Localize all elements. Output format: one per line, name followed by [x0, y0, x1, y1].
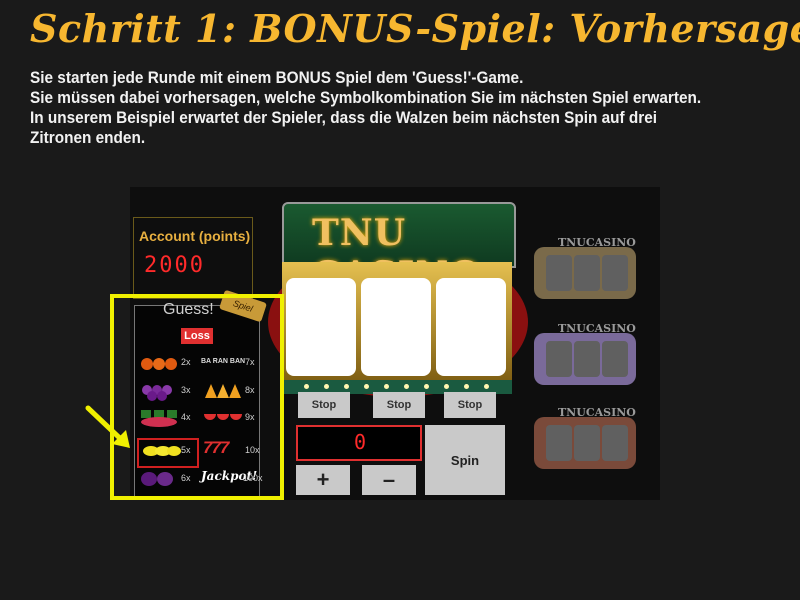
mini-machine-3: TNUCASINO	[534, 406, 636, 479]
reel-1	[286, 278, 356, 376]
light-dot	[424, 384, 429, 389]
reel-2	[361, 278, 431, 376]
account-value: 2000	[144, 253, 205, 278]
light-dot	[344, 384, 349, 389]
light-dot	[364, 384, 369, 389]
mini-title: TNUCASINO	[558, 322, 636, 335]
slot-machine: TNU CASINO	[282, 202, 516, 394]
mini-machine-1: TNUCASINO	[534, 236, 636, 309]
pointer-arrow-icon	[85, 405, 130, 448]
account-panel: Account (points) 2000	[133, 217, 253, 299]
bet-value: 0	[354, 430, 367, 454]
intro-text: Sie starten jede Runde mit einem BONUS S…	[30, 68, 718, 148]
reel-area	[282, 262, 512, 387]
mini-reel	[546, 341, 572, 377]
mini-title: TNUCASINO	[558, 236, 636, 249]
light-dot	[444, 384, 449, 389]
intro-line-2: Sie müssen dabei vorhersagen, welche Sym…	[30, 89, 702, 147]
account-label: Account (points)	[139, 228, 251, 244]
mini-reel	[546, 425, 572, 461]
spin-button[interactable]: Spin	[425, 425, 505, 495]
reel-3	[436, 278, 506, 376]
mini-reel	[602, 255, 628, 291]
plus-button[interactable]: +	[296, 465, 350, 495]
mini-reel	[574, 425, 600, 461]
mini-title: TNUCASINO	[558, 406, 636, 419]
mini-reel	[602, 341, 628, 377]
mini-reel	[574, 255, 600, 291]
minus-button[interactable]: –	[362, 465, 416, 495]
light-dot	[304, 384, 309, 389]
mini-reel	[574, 341, 600, 377]
light-dot	[324, 384, 329, 389]
stop-button-reel-1[interactable]: Stop	[298, 392, 350, 418]
stop-button-reel-2[interactable]: Stop	[373, 392, 425, 418]
light-dot	[464, 384, 469, 389]
light-dot	[404, 384, 409, 389]
light-dot	[384, 384, 389, 389]
intro-line-1: Sie starten jede Runde mit einem BONUS S…	[30, 69, 524, 87]
page-title: Schritt 1: BONUS-Spiel: Vorhersage	[30, 6, 800, 51]
mini-reel	[546, 255, 572, 291]
bet-display: 0	[296, 425, 422, 461]
mini-reel	[602, 425, 628, 461]
stop-button-reel-3[interactable]: Stop	[444, 392, 496, 418]
casino-marquee: TNU CASINO	[282, 202, 516, 296]
light-dot	[484, 384, 489, 389]
mini-machine-2: TNUCASINO	[534, 322, 636, 395]
guess-callout-frame	[110, 294, 284, 500]
